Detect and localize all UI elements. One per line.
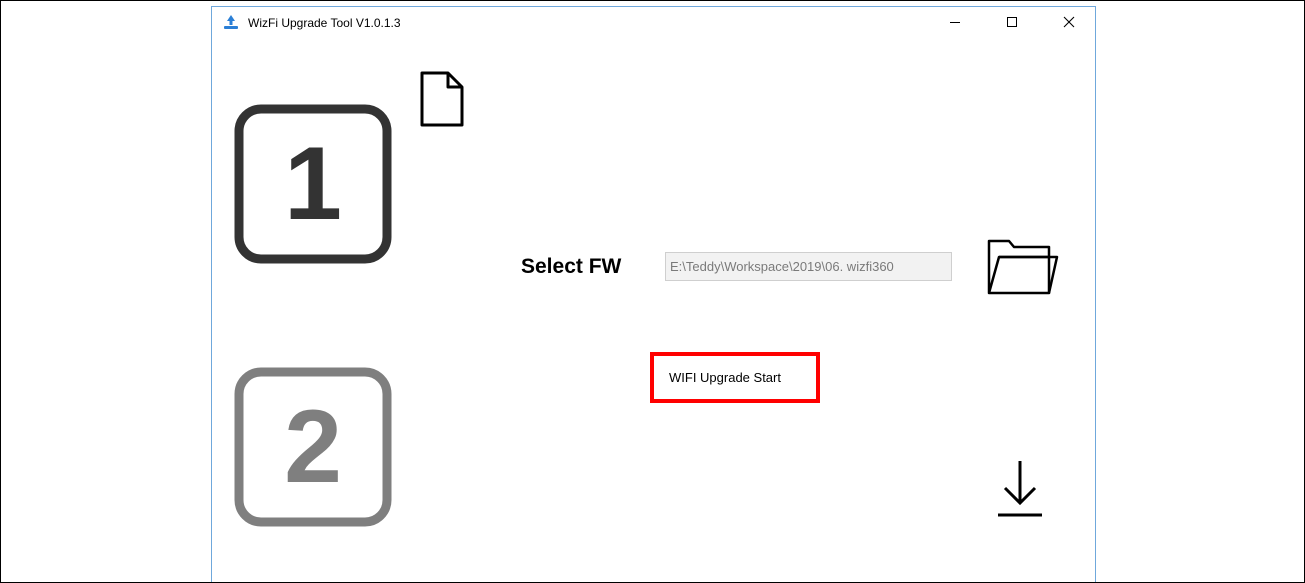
minimize-button[interactable] [932,7,978,37]
wifi-upgrade-start-button[interactable]: WIFI Upgrade Start [650,352,820,403]
app-window: WizFi Upgrade Tool V1.0.1.3 1 2 Select F… [211,6,1096,582]
firmware-path-field[interactable] [665,252,952,281]
window-title: WizFi Upgrade Tool V1.0.1.3 [248,16,401,30]
app-icon [224,15,238,29]
file-icon [420,71,464,127]
title-bar: WizFi Upgrade Tool V1.0.1.3 [212,7,1095,37]
close-icon [1063,16,1075,28]
select-fw-label: Select FW [521,255,622,278]
screenshot-frame: WizFi Upgrade Tool V1.0.1.3 1 2 Select F… [0,0,1305,583]
download-button[interactable] [995,457,1045,521]
step-two-badge: 2 [234,367,392,527]
folder-icon [987,239,1059,295]
browse-folder-button[interactable] [985,235,1061,299]
close-button[interactable] [1046,7,1092,37]
step-two-number: 2 [284,389,342,505]
minimize-icon [950,22,960,23]
step-one-badge: 1 [234,104,392,264]
download-arrow-icon [998,461,1042,517]
step-one-number: 1 [284,126,342,242]
maximize-icon [1007,17,1017,27]
wifi-upgrade-start-label: WIFI Upgrade Start [669,370,781,385]
maximize-button[interactable] [989,7,1035,37]
